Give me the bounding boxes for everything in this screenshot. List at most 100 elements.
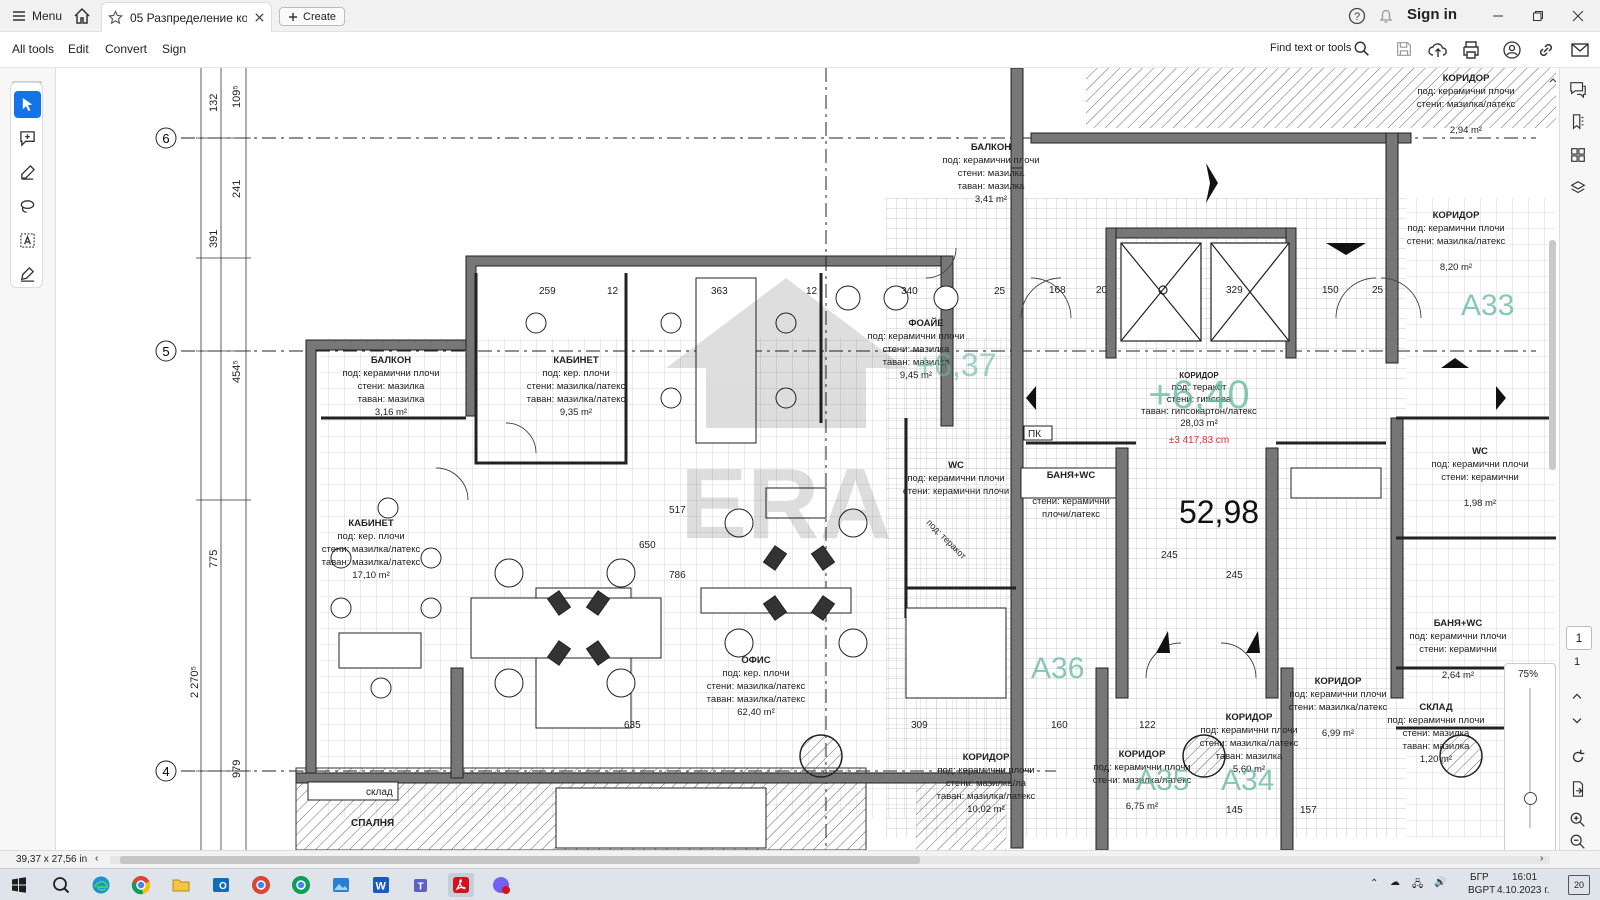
search-taskbar-icon[interactable] <box>48 873 74 897</box>
document-tab[interactable]: 05 Разпределение кот... <box>101 2 272 32</box>
mail-icon[interactable] <box>1570 40 1590 60</box>
chrome-browser-icon[interactable] <box>128 873 154 897</box>
bell-icon[interactable] <box>1377 7 1395 28</box>
dim-h-10: 635 <box>624 720 641 731</box>
dim-h-8: 786 <box>669 570 686 581</box>
edge-browser-icon[interactable] <box>88 873 114 897</box>
document-viewport[interactable]: 132 109⁵ 241 391 454⁵ 775 2 270⁵ 979 6 5… <box>56 68 1559 850</box>
network-icon[interactable]: 🖧 <box>1412 877 1423 894</box>
svg-text:таван: мазилка/латекс: таван: мазилка/латекс <box>527 394 626 405</box>
page-up-icon[interactable] <box>1569 688 1589 708</box>
acrobat-icon[interactable] <box>448 873 474 897</box>
watermark-text: ERA <box>680 448 891 560</box>
close-tab-icon[interactable] <box>254 12 265 23</box>
onedrive-icon[interactable]: ☁ <box>1390 877 1400 888</box>
tray-expand-icon[interactable]: ⌃ <box>1370 878 1378 889</box>
page-number-input[interactable]: 1 <box>1566 626 1592 650</box>
highlight-pen-icon[interactable] <box>14 159 41 186</box>
extract-page-icon[interactable] <box>1569 780 1589 800</box>
rotate-icon[interactable] <box>1569 748 1589 768</box>
help-icon[interactable]: ? <box>1348 7 1366 28</box>
hscroll-right-icon[interactable]: › <box>1540 853 1543 864</box>
menu-button[interactable]: Menu <box>6 6 68 26</box>
dim-h-14: 245 <box>1226 570 1243 581</box>
label-sklad-small: склад <box>366 787 393 798</box>
svg-text:под: керамични плочи: под: керамични плочи <box>942 155 1039 166</box>
svg-text:под: керамични плочи: под: керамични плочи <box>1289 689 1386 700</box>
dim-h-9: 517 <box>669 505 686 516</box>
volume-icon[interactable]: 🔊 <box>1434 877 1446 888</box>
notifications-badge[interactable]: 20 <box>1568 875 1590 895</box>
link-icon[interactable] <box>1536 40 1556 60</box>
teams-icon[interactable]: T <box>408 873 434 897</box>
star-icon[interactable] <box>108 10 123 25</box>
minimize-button[interactable] <box>1487 6 1509 26</box>
add-comment-icon[interactable] <box>14 125 41 152</box>
hscroll-left-icon[interactable]: ‹ <box>95 853 98 864</box>
windows-start-icon[interactable] <box>6 873 32 897</box>
language-indicator[interactable]: БГР <box>1470 872 1489 883</box>
zoom-in-icon[interactable] <box>1569 811 1589 831</box>
svg-text:стени: мазилка/латекс: стени: мазилка/латекс <box>1407 236 1506 247</box>
word-icon[interactable]: W <box>368 873 394 897</box>
photos-app-icon[interactable] <box>328 873 354 897</box>
svg-text:под: кер. плочи: под: кер. плочи <box>722 668 789 679</box>
home-icon[interactable] <box>72 7 92 25</box>
chrome-profile2-icon[interactable] <box>288 873 314 897</box>
clock-time[interactable]: 16:01 <box>1512 872 1537 883</box>
vertical-scroll-thumb[interactable] <box>1549 240 1556 470</box>
page-down-icon[interactable] <box>1569 713 1589 733</box>
sign-menu[interactable]: Sign <box>162 42 186 56</box>
thumbnails-panel-icon[interactable] <box>1569 146 1589 166</box>
create-button[interactable]: Create <box>279 7 346 26</box>
svg-text:28,03 m²: 28,03 m² <box>1180 418 1218 429</box>
print-icon[interactable] <box>1461 40 1481 60</box>
room-label-balkon-1: БАЛКОН под: керамични плочи стени: мазил… <box>942 142 1039 205</box>
svg-text:КОРИДОР: КОРИДОР <box>1315 676 1363 687</box>
close-window-button[interactable] <box>1567 6 1589 26</box>
svg-text:O: O <box>219 881 227 892</box>
clock-date[interactable]: 4.10.2023 г. <box>1497 885 1549 896</box>
svg-text:?: ? <box>1354 11 1360 23</box>
page-total: 1 <box>1574 656 1581 668</box>
scroll-up-arrow-icon[interactable] <box>1548 72 1558 83</box>
upload-cloud-icon[interactable] <box>1428 40 1448 60</box>
tab-title: 05 Разпределение кот... <box>130 10 247 25</box>
viber-icon[interactable] <box>488 873 514 897</box>
svg-text:плочи/латекс: плочи/латекс <box>1042 509 1100 520</box>
svg-text:ФОАЙЕ: ФОАЙЕ <box>908 317 943 329</box>
zoom-level[interactable]: 75% <box>1518 669 1538 680</box>
search-icon[interactable] <box>1353 40 1373 60</box>
fill-sign-icon[interactable] <box>14 261 41 288</box>
title-bar: Menu 05 Разпределение кот... Create ? Si… <box>0 0 1600 32</box>
svg-text:под: керамични плочи: под: керамични плочи <box>1417 86 1514 97</box>
bookmarks-panel-icon[interactable] <box>1569 113 1589 133</box>
horizontal-scroll-thumb[interactable] <box>120 856 920 864</box>
zoom-slider-track[interactable] <box>1529 688 1531 828</box>
lasso-draw-icon[interactable] <box>14 193 41 220</box>
comments-panel-icon[interactable] <box>1569 80 1589 100</box>
save-icon[interactable] <box>1395 40 1415 60</box>
convert-menu[interactable]: Convert <box>105 42 147 56</box>
svg-text:БАЛКОН: БАЛКОН <box>971 142 1011 153</box>
floor-plan-drawing[interactable]: 132 109⁵ 241 391 454⁵ 775 2 270⁵ 979 6 5… <box>56 68 1559 850</box>
share-user-icon[interactable] <box>1502 40 1522 60</box>
layers-panel-icon[interactable] <box>1569 179 1589 199</box>
select-tool-icon[interactable] <box>14 91 41 118</box>
zoom-slider-handle[interactable] <box>1524 792 1537 805</box>
svg-text:9,35 m²: 9,35 m² <box>560 407 592 418</box>
chrome-profile-icon[interactable] <box>248 873 274 897</box>
svg-text:стени: мазилка: стени: мазилка <box>1403 728 1470 739</box>
sign-in-button[interactable]: Sign in <box>1407 6 1457 23</box>
restore-button[interactable] <box>1527 6 1549 26</box>
find-label[interactable]: Find text or tools <box>1270 42 1351 54</box>
edit-menu[interactable]: Edit <box>68 42 89 56</box>
svg-text:ОФИС: ОФИС <box>741 655 770 666</box>
text-select-icon[interactable] <box>14 227 41 254</box>
all-tools-menu[interactable]: All tools <box>12 42 54 56</box>
file-explorer-icon[interactable] <box>168 873 194 897</box>
outlook-icon[interactable]: O <box>208 873 234 897</box>
level-red-mark: ±3 417,83 cm <box>1169 435 1230 446</box>
language-indicator-2[interactable]: BGPT <box>1468 885 1495 896</box>
svg-text:62,40 m²: 62,40 m² <box>737 707 775 718</box>
